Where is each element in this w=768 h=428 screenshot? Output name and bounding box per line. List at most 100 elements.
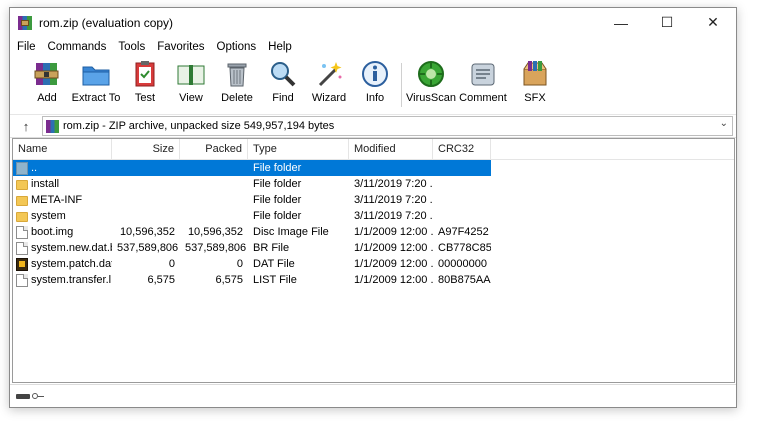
trash-icon bbox=[222, 59, 252, 89]
file-crc: 00000000 bbox=[438, 258, 487, 270]
maximize-icon: ☐ bbox=[660, 14, 674, 30]
extract-to-label: Extract To bbox=[71, 92, 121, 104]
dat-file-icon bbox=[16, 257, 28, 271]
file-type: File folder bbox=[253, 194, 302, 206]
delete-button[interactable]: Delete bbox=[214, 57, 260, 104]
table-row[interactable]: boot.img 10,596,352 10,596,352 Disc Imag… bbox=[13, 224, 734, 240]
winrar-app-icon bbox=[18, 15, 32, 30]
column-crc32[interactable]: CRC32 bbox=[433, 139, 491, 159]
file-icon bbox=[16, 273, 28, 287]
file-name: system.transfer.l... bbox=[31, 274, 112, 286]
address-field[interactable]: rom.zip - ZIP archive, unpacked size 549… bbox=[42, 116, 733, 136]
info-icon bbox=[360, 59, 390, 89]
menu-file[interactable]: File bbox=[11, 41, 42, 53]
table-row[interactable]: system File folder 3/11/2019 7:20 ... bbox=[13, 208, 734, 224]
window-title: rom.zip (evaluation copy) bbox=[39, 15, 174, 30]
comment-label: Comment bbox=[459, 92, 507, 104]
minimize-icon: — bbox=[614, 14, 628, 31]
file-type: File folder bbox=[253, 210, 302, 222]
column-size[interactable]: Size bbox=[112, 139, 180, 159]
key-icon[interactable] bbox=[32, 392, 44, 400]
extract-folder-icon bbox=[81, 59, 111, 89]
menu-commands[interactable]: Commands bbox=[42, 41, 113, 53]
file-type: BR File bbox=[253, 242, 290, 254]
table-row[interactable]: system.transfer.l... 6,575 6,575 LIST Fi… bbox=[13, 272, 734, 288]
wizard-button[interactable]: Wizard bbox=[306, 57, 352, 104]
toolbar-separator bbox=[401, 63, 402, 107]
table-row[interactable]: META-INF File folder 3/11/2019 7:20 ... bbox=[13, 192, 734, 208]
file-icon bbox=[16, 225, 28, 239]
file-size: 537,589,806 bbox=[117, 242, 179, 254]
wizard-label: Wizard bbox=[311, 92, 347, 104]
virusscan-label: VirusScan bbox=[406, 92, 456, 104]
file-type: File folder bbox=[253, 178, 302, 190]
file-packed: 0 bbox=[236, 258, 243, 270]
menu-help[interactable]: Help bbox=[262, 41, 298, 53]
file-packed: 6,575 bbox=[215, 274, 243, 286]
winrar-window: rom.zip (evaluation copy) — ☐ ✕ File Com… bbox=[9, 7, 737, 408]
virus-scan-icon bbox=[416, 59, 446, 89]
magnifier-icon bbox=[268, 59, 298, 89]
file-crc: A97F4252 bbox=[438, 226, 489, 238]
table-row[interactable]: .. File folder bbox=[13, 160, 491, 176]
view-label: View bbox=[179, 92, 203, 104]
menu-options[interactable]: Options bbox=[211, 41, 263, 53]
file-name: system bbox=[31, 210, 66, 222]
file-modified: 1/1/2009 12:00 ... bbox=[354, 258, 433, 270]
maximize-button[interactable]: ☐ bbox=[644, 8, 690, 37]
virusscan-button[interactable]: VirusScan bbox=[405, 57, 457, 104]
column-modified[interactable]: Modified bbox=[349, 139, 433, 159]
view-book-icon bbox=[176, 59, 206, 89]
close-icon: ✕ bbox=[707, 14, 719, 30]
menu-favorites[interactable]: Favorites bbox=[151, 41, 210, 53]
add-button[interactable]: Add bbox=[24, 57, 70, 104]
chevron-down-icon[interactable]: ⌄ bbox=[720, 118, 728, 129]
toolbar: Add Extract To Test View Delete Find Wiz… bbox=[10, 57, 736, 115]
test-clipboard-icon bbox=[130, 59, 160, 89]
find-button[interactable]: Find bbox=[260, 57, 306, 104]
file-size: 10,596,352 bbox=[119, 226, 175, 238]
file-packed: 10,596,352 bbox=[187, 226, 243, 238]
close-button[interactable]: ✕ bbox=[690, 8, 736, 37]
address-bar: ↑ rom.zip - ZIP archive, unpacked size 5… bbox=[10, 115, 736, 138]
menu-bar: File Commands Tools Favorites Options He… bbox=[10, 37, 736, 57]
extract-to-button[interactable]: Extract To bbox=[70, 57, 122, 104]
drive-icon[interactable] bbox=[16, 393, 30, 399]
file-modified: 1/1/2009 12:00 ... bbox=[354, 226, 433, 238]
file-name: system.patch.dat bbox=[31, 258, 112, 270]
file-packed: 537,589,806 bbox=[185, 242, 247, 254]
column-packed[interactable]: Packed bbox=[180, 139, 248, 159]
sfx-label: SFX bbox=[524, 92, 546, 104]
status-bar bbox=[10, 384, 736, 407]
table-row[interactable]: system.new.dat.br 537,589,806 537,589,80… bbox=[13, 240, 734, 256]
view-button[interactable]: View bbox=[168, 57, 214, 104]
archive-icon bbox=[46, 119, 59, 133]
add-label: Add bbox=[37, 92, 57, 104]
parent-folder-icon bbox=[16, 161, 28, 175]
column-header-row: ^ Name Size Packed Type Modified CRC32 bbox=[13, 139, 734, 160]
table-row[interactable]: install File folder 3/11/2019 7:20 ... bbox=[13, 176, 734, 192]
file-modified: 1/1/2009 12:00 ... bbox=[354, 274, 433, 286]
file-icon bbox=[16, 241, 28, 255]
menu-tools[interactable]: Tools bbox=[112, 41, 151, 53]
delete-label: Delete bbox=[221, 92, 253, 104]
find-label: Find bbox=[272, 92, 294, 104]
column-type[interactable]: Type bbox=[248, 139, 349, 159]
file-name: .. bbox=[31, 162, 38, 174]
table-row[interactable]: system.patch.dat 0 0 DAT File 1/1/2009 1… bbox=[13, 256, 734, 272]
comment-icon bbox=[468, 59, 498, 89]
up-one-level-button[interactable]: ↑ bbox=[10, 119, 42, 134]
minimize-button[interactable]: — bbox=[598, 8, 644, 37]
file-name: boot.img bbox=[31, 226, 74, 238]
file-type: File folder bbox=[253, 162, 302, 174]
address-text: rom.zip - ZIP archive, unpacked size 549… bbox=[63, 120, 335, 132]
comment-button[interactable]: Comment bbox=[457, 57, 509, 104]
file-size: 6,575 bbox=[147, 274, 175, 286]
info-label: Info bbox=[365, 92, 385, 104]
info-button[interactable]: Info bbox=[352, 57, 398, 104]
title-bar[interactable]: rom.zip (evaluation copy) — ☐ ✕ bbox=[10, 8, 736, 37]
file-list[interactable]: ^ Name Size Packed Type Modified CRC32 .… bbox=[12, 138, 735, 383]
test-button[interactable]: Test bbox=[122, 57, 168, 104]
sfx-button[interactable]: SFX bbox=[509, 57, 561, 104]
file-name: system.new.dat.br bbox=[31, 242, 112, 254]
